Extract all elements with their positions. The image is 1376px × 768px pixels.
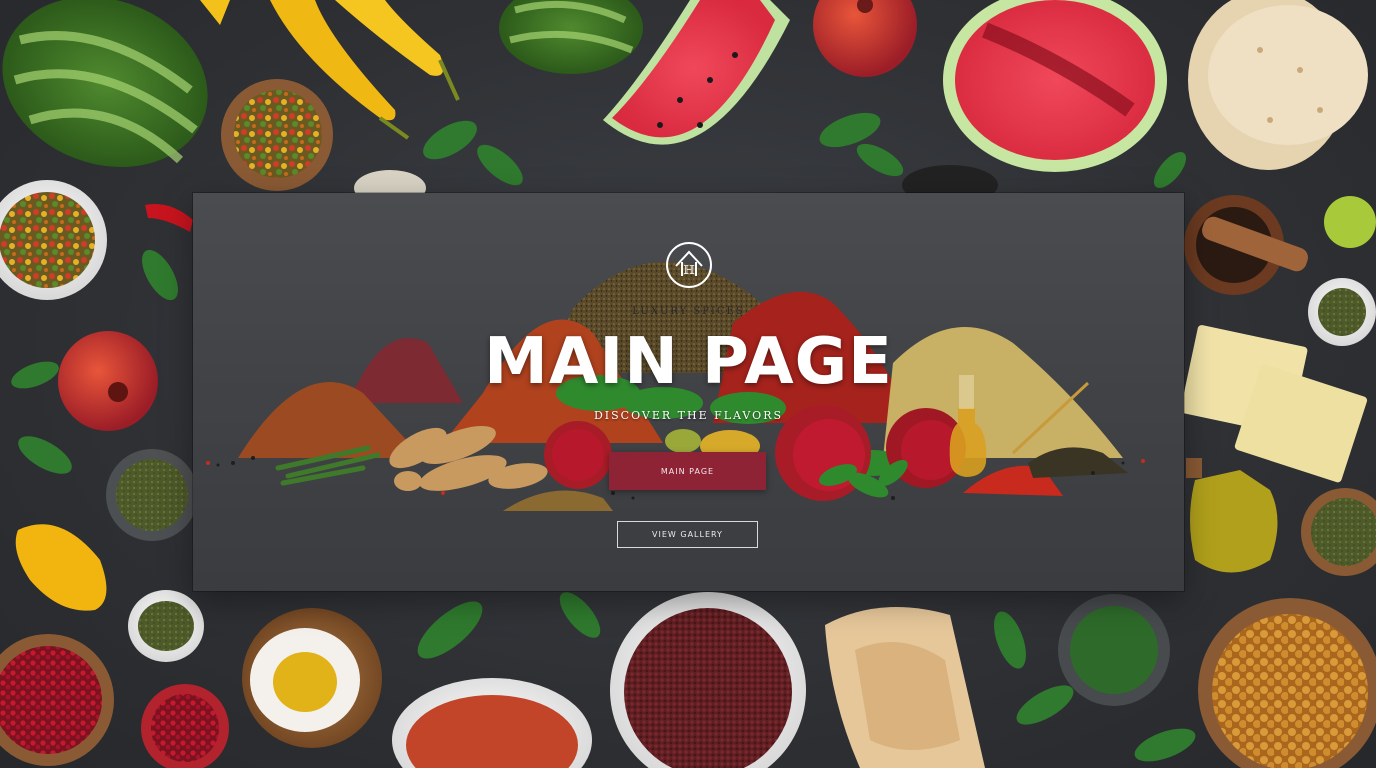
main-page-button[interactable]: MAIN PAGE — [609, 452, 766, 490]
view-gallery-button[interactable]: VIEW GALLERY — [617, 521, 758, 548]
page-title: MAIN PAGE — [484, 325, 893, 399]
hero-panel: ℍ LUXURY SPICES MAIN PAGE DISCOVER THE F… — [193, 193, 1184, 591]
hero-subtitle: DISCOVER THE FLAVORS — [593, 409, 784, 422]
spice-house-logo-icon: ℍ — [666, 242, 712, 288]
brand-tagline: LUXURY SPICES — [632, 306, 745, 317]
svg-text:ℍ: ℍ — [683, 263, 694, 277]
